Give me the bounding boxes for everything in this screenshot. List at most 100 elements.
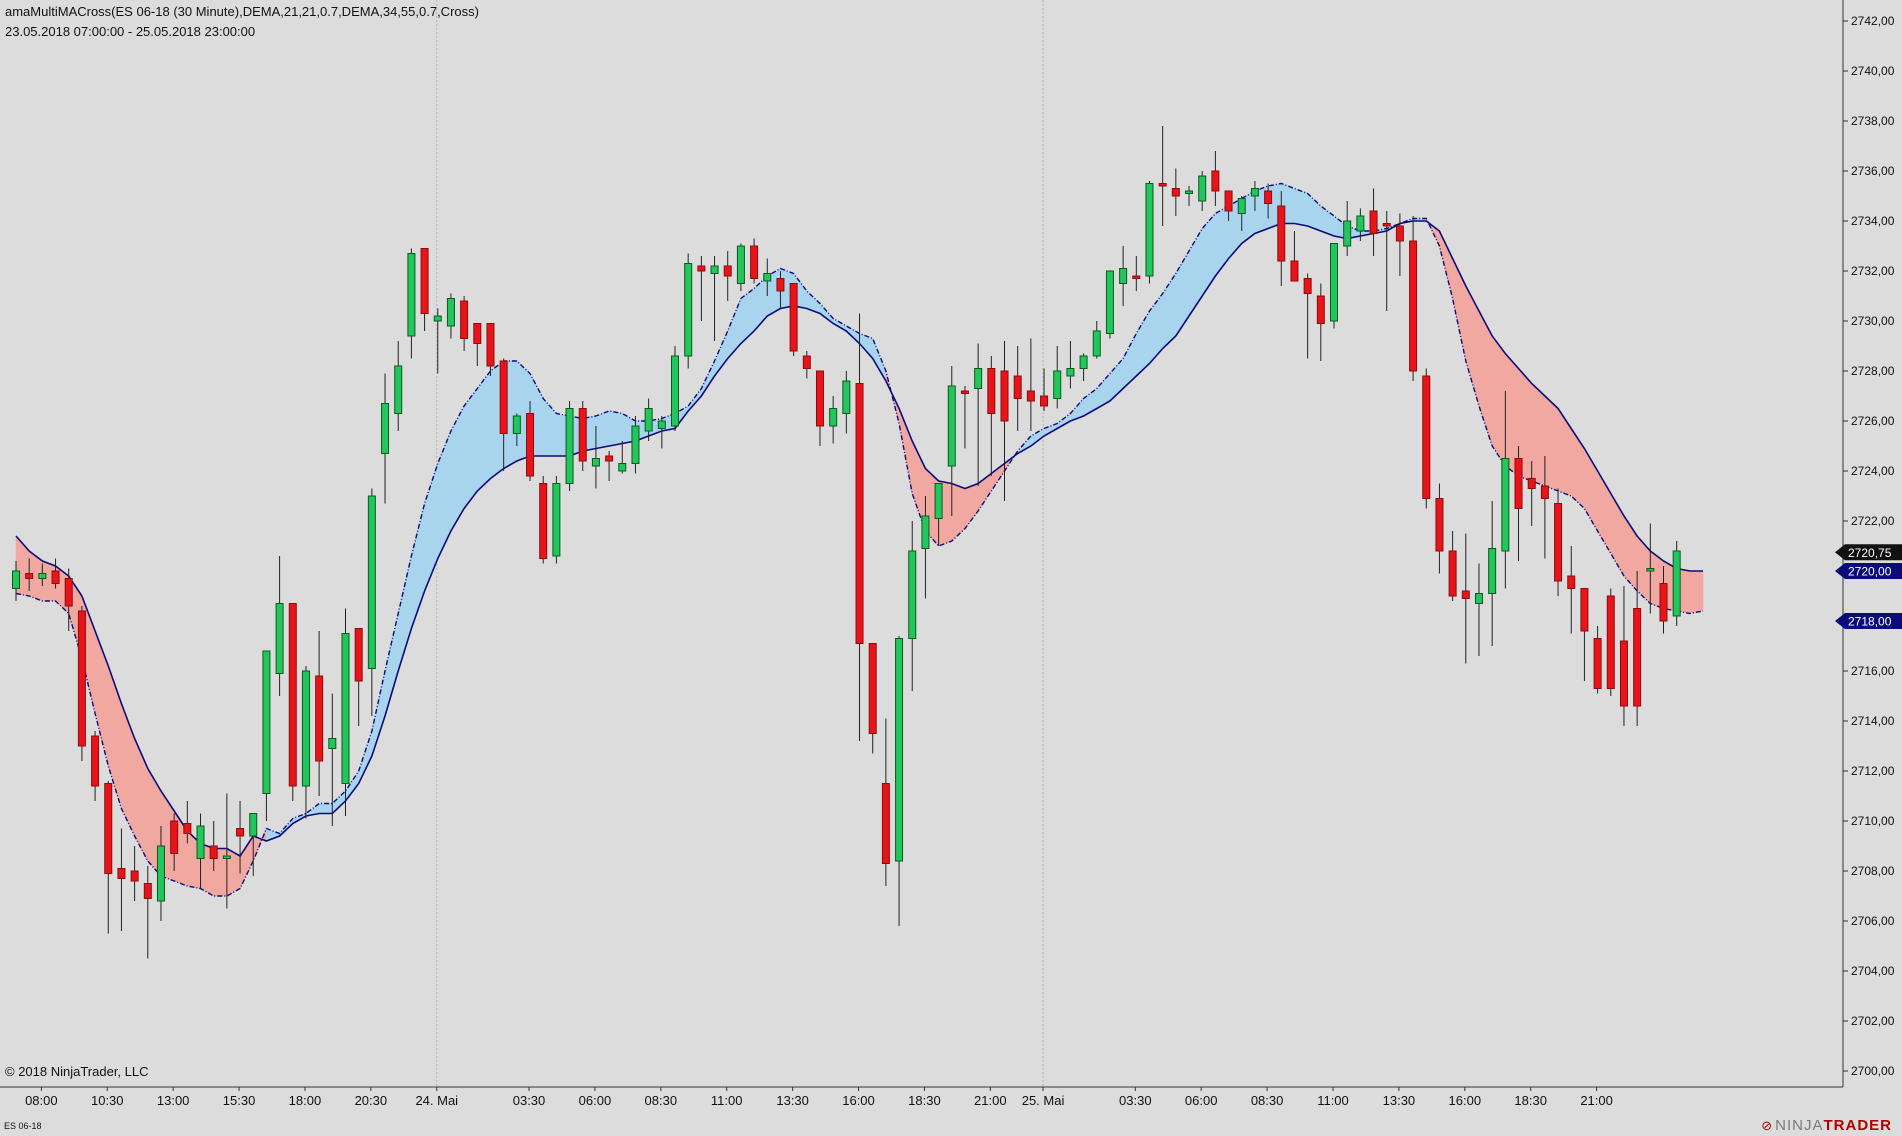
candle[interactable] — [262, 650, 271, 821]
candle[interactable] — [1026, 338, 1035, 432]
candle[interactable] — [750, 238, 759, 284]
candle[interactable] — [736, 243, 745, 292]
candle[interactable] — [1606, 588, 1615, 697]
candle[interactable] — [908, 521, 917, 691]
candle[interactable] — [315, 631, 324, 796]
candle[interactable] — [565, 401, 574, 491]
candle[interactable] — [473, 323, 482, 367]
candle[interactable] — [552, 476, 561, 564]
candle[interactable] — [855, 313, 864, 742]
candle[interactable] — [723, 251, 732, 301]
candle[interactable] — [1448, 531, 1457, 601]
candle[interactable] — [815, 370, 824, 446]
candle[interactable] — [868, 643, 877, 754]
candle[interactable] — [578, 401, 587, 471]
candle[interactable] — [275, 556, 284, 696]
candle[interactable] — [1593, 626, 1602, 694]
candle[interactable] — [1633, 571, 1642, 726]
candle[interactable] — [446, 293, 455, 339]
candle[interactable] — [881, 718, 890, 887]
candle[interactable] — [1171, 168, 1180, 217]
candle[interactable] — [605, 451, 614, 481]
candle[interactable] — [697, 256, 706, 321]
candle[interactable] — [1567, 546, 1576, 634]
candle[interactable] — [1066, 341, 1075, 389]
candle[interactable] — [539, 476, 548, 564]
time-axis[interactable]: 08:00 10:30 13:00 15:30 18:00 20:30 24. Mai 03:… — [0, 1086, 1843, 1108]
candle[interactable] — [407, 248, 416, 359]
candle[interactable] — [394, 341, 403, 431]
time-tick-label: 18:00 — [289, 1093, 322, 1108]
candle[interactable] — [618, 441, 627, 474]
candles[interactable] — [12, 126, 1681, 959]
candle[interactable] — [1092, 321, 1101, 359]
candle[interactable] — [104, 781, 113, 934]
candle[interactable] — [130, 846, 139, 901]
candle[interactable] — [1145, 181, 1154, 284]
candle[interactable] — [1619, 586, 1628, 726]
candle[interactable] — [1053, 346, 1062, 409]
candle[interactable] — [1079, 353, 1088, 382]
candle[interactable] — [1330, 243, 1338, 329]
candle[interactable] — [1198, 171, 1207, 211]
candle-body-up — [1672, 550, 1681, 617]
candle[interactable] — [1119, 246, 1128, 306]
candle[interactable] — [460, 296, 469, 351]
candle[interactable] — [1132, 256, 1141, 291]
price-chart[interactable]: 2700,00 2702,00 2704,00 2706,00 2708,00 2710,… — [0, 0, 1902, 1136]
candle[interactable] — [1422, 368, 1431, 509]
candle[interactable] — [381, 373, 390, 504]
candle[interactable] — [301, 666, 310, 819]
candle[interactable] — [789, 283, 798, 357]
candle[interactable] — [802, 351, 811, 379]
candle[interactable] — [367, 488, 376, 717]
candle[interactable] — [486, 323, 495, 377]
candle[interactable] — [1040, 368, 1049, 412]
candle[interactable] — [1409, 216, 1418, 381]
candle[interactable] — [1185, 186, 1194, 206]
candle[interactable] — [420, 248, 429, 332]
candle[interactable] — [987, 356, 996, 476]
candle[interactable] — [671, 346, 679, 431]
candle[interactable] — [1211, 151, 1220, 206]
candle[interactable] — [960, 386, 969, 449]
candle[interactable] — [354, 628, 363, 727]
candle[interactable] — [1290, 231, 1299, 282]
candle[interactable] — [1000, 341, 1009, 501]
candle[interactable] — [143, 866, 152, 959]
candle[interactable] — [341, 608, 350, 817]
candle[interactable] — [526, 401, 535, 481]
candle-body-up — [671, 355, 679, 427]
candle[interactable] — [842, 371, 851, 434]
candle[interactable] — [433, 308, 442, 374]
candle[interactable] — [1303, 273, 1312, 359]
candle[interactable] — [974, 343, 983, 487]
candle[interactable] — [51, 558, 60, 589]
candle[interactable] — [91, 731, 100, 801]
candle[interactable] — [1382, 211, 1391, 311]
candle[interactable] — [77, 606, 86, 761]
candle[interactable] — [1461, 533, 1470, 664]
candle[interactable] — [1435, 483, 1444, 574]
candle[interactable] — [1343, 201, 1352, 256]
candle[interactable] — [288, 603, 297, 802]
candle[interactable] — [1672, 541, 1681, 626]
candle[interactable] — [1514, 446, 1523, 561]
candle[interactable] — [1580, 588, 1589, 682]
candle[interactable] — [1474, 563, 1483, 657]
candle[interactable] — [829, 396, 838, 444]
candle[interactable] — [1369, 188, 1378, 257]
candle[interactable] — [1554, 488, 1563, 597]
price-tick-label: 2712,00 — [1851, 764, 1895, 778]
candle[interactable] — [1158, 126, 1167, 226]
candle[interactable] — [1105, 270, 1114, 339]
candle[interactable] — [117, 828, 126, 932]
candle[interactable] — [1013, 346, 1022, 431]
candle[interactable] — [895, 636, 904, 926]
candle[interactable] — [1316, 283, 1325, 362]
candle[interactable] — [684, 253, 693, 369]
candle[interactable] — [710, 256, 719, 341]
candle[interactable] — [1488, 501, 1497, 646]
price-axis[interactable]: 2700,00 2702,00 2704,00 2706,00 2708,00 2710,… — [1842, 0, 1895, 1087]
bear-cloud-segment — [1557, 407, 1572, 497]
